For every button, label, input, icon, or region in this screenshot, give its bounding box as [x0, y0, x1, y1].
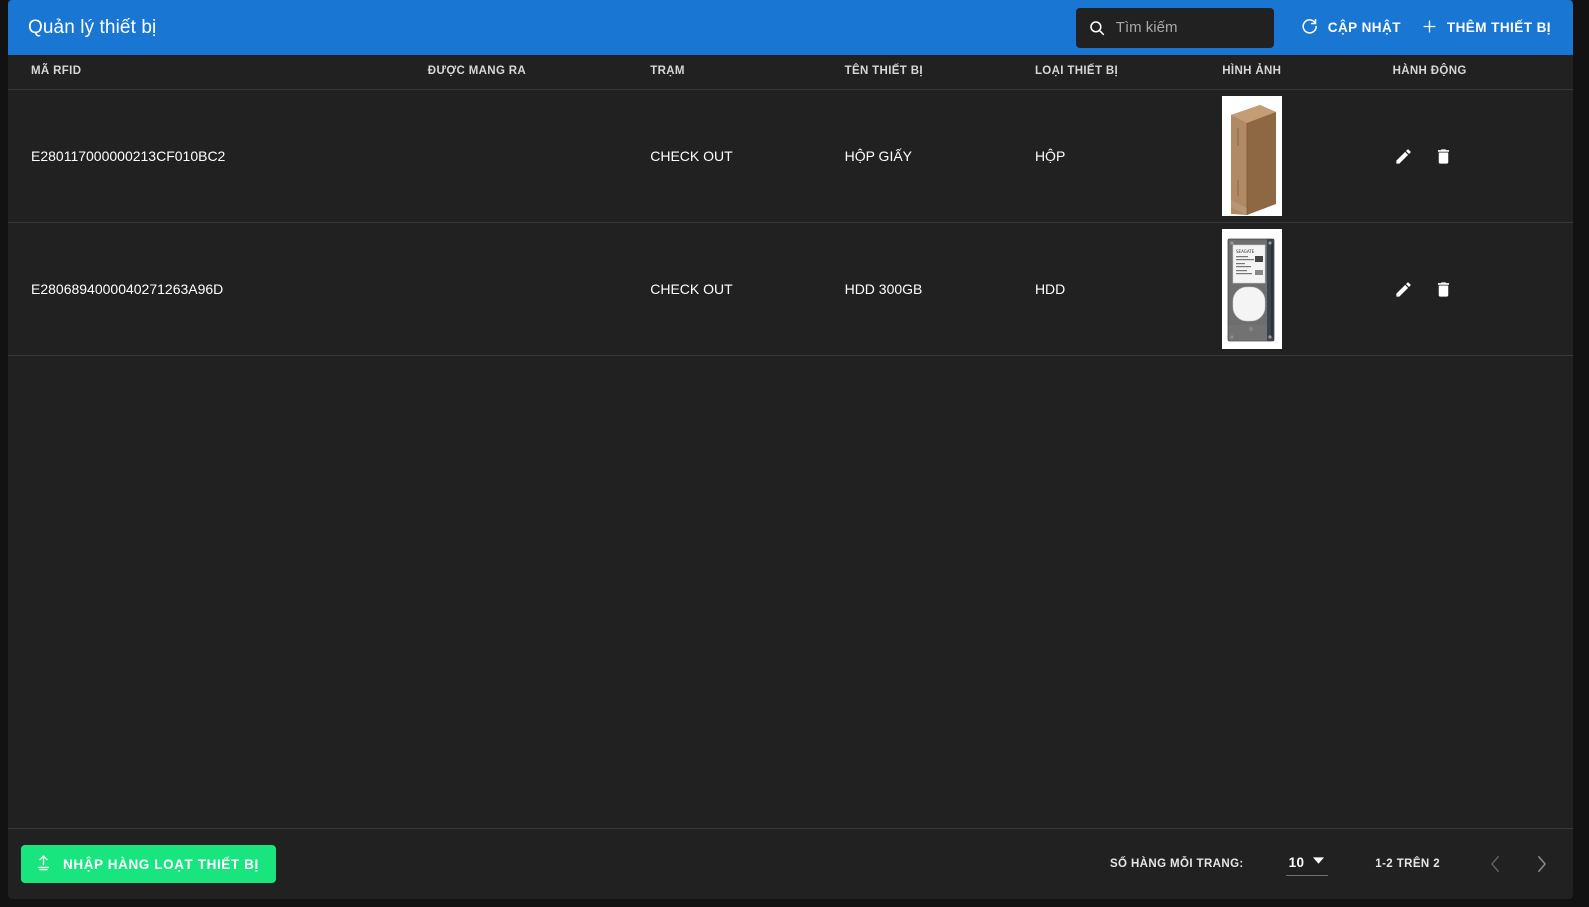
cell-rfid: E2806894000040271263A96D — [8, 223, 428, 356]
pagination-range-label: 1-2 TRÊN 2 — [1375, 858, 1440, 870]
paginator: SỐ HÀNG MỖI TRANG: 10 1-2 TRÊN 2 — [1110, 852, 1551, 876]
cell-actions — [1393, 223, 1573, 356]
column-header-rfid[interactable]: MÃ RFID — [8, 55, 428, 90]
cell-station: CHECK OUT — [650, 90, 844, 223]
app-toolbar: Quản lý thiết bị CẬP NHẬT THÊM THIẾT BỊ — [8, 0, 1573, 55]
column-header-image[interactable]: HÌNH ẢNH — [1222, 55, 1392, 90]
pagination-nav — [1485, 852, 1551, 876]
table-header: MÃ RFID ĐƯỢC MANG RA TRẠM TÊN THIẾT BỊ L… — [8, 55, 1573, 90]
table-row[interactable]: E280117000000213CF010BC2 CHECK OUT HỘP G… — [8, 90, 1573, 223]
column-header-actions[interactable]: HÀNH ĐỘNG — [1393, 55, 1573, 90]
row-action-group — [1393, 145, 1573, 167]
page-title: Quản lý thiết bị — [28, 17, 156, 39]
svg-text:SEAGATE: SEAGATE — [1236, 249, 1255, 254]
table-row[interactable]: E2806894000040271263A96D CHECK OUT HDD 3… — [8, 223, 1573, 356]
cell-device-type: HỘP — [1035, 90, 1222, 223]
add-device-label: THÊM THIẾT BỊ — [1447, 20, 1551, 35]
delete-button[interactable] — [1433, 145, 1455, 167]
column-header-station[interactable]: TRẠM — [650, 55, 844, 90]
rows-per-page-value: 10 — [1289, 855, 1305, 870]
row-action-group — [1393, 278, 1573, 300]
bulk-import-button[interactable]: NHẬP HÀNG LOẠT THIẾT BỊ — [21, 845, 276, 883]
refresh-icon — [1300, 17, 1319, 39]
device-thumbnail-hdd[interactable]: SEAGATE — [1222, 229, 1282, 349]
devices-table: MÃ RFID ĐƯỢC MANG RA TRẠM TÊN THIẾT BỊ L… — [8, 55, 1573, 356]
edit-button[interactable] — [1393, 278, 1415, 300]
plus-icon — [1421, 18, 1438, 38]
cell-taken-out — [428, 90, 650, 223]
column-header-device-type[interactable]: LOẠI THIẾT BỊ — [1035, 55, 1222, 90]
cell-device-type: HDD — [1035, 223, 1222, 356]
cell-station: CHECK OUT — [650, 223, 844, 356]
app-window: Quản lý thiết bị CẬP NHẬT THÊM THIẾT BỊ — [8, 0, 1573, 899]
edit-button[interactable] — [1393, 145, 1415, 167]
refresh-label: CẬP NHẬT — [1328, 20, 1401, 35]
search-icon — [1088, 19, 1106, 37]
cell-rfid: E280117000000213CF010BC2 — [8, 90, 428, 223]
search-box[interactable] — [1076, 8, 1274, 48]
cell-device-name: HỘP GIẤY — [845, 90, 1035, 223]
column-header-taken-out[interactable]: ĐƯỢC MANG RA — [428, 55, 650, 90]
bulk-import-label: NHẬP HÀNG LOẠT THIẾT BỊ — [63, 857, 259, 872]
previous-page-button[interactable] — [1485, 852, 1505, 876]
devices-table-container: MÃ RFID ĐƯỢC MANG RA TRẠM TÊN THIẾT BỊ L… — [8, 55, 1573, 828]
table-header-row: MÃ RFID ĐƯỢC MANG RA TRẠM TÊN THIẾT BỊ L… — [8, 55, 1573, 90]
table-body: E280117000000213CF010BC2 CHECK OUT HỘP G… — [8, 90, 1573, 356]
footer-bar: NHẬP HÀNG LOẠT THIẾT BỊ SỐ HÀNG MỖI TRAN… — [8, 828, 1573, 899]
cell-actions — [1393, 90, 1573, 223]
next-page-button[interactable] — [1531, 852, 1551, 876]
chevron-down-icon — [1313, 852, 1324, 870]
upload-icon — [35, 854, 52, 874]
rows-per-page-label: SỐ HÀNG MỖI TRANG: — [1110, 858, 1244, 870]
add-device-button[interactable]: THÊM THIẾT BỊ — [1411, 10, 1555, 46]
delete-button[interactable] — [1433, 278, 1455, 300]
search-input[interactable] — [1116, 8, 1264, 48]
column-header-device-name[interactable]: TÊN THIẾT BỊ — [845, 55, 1035, 90]
cell-image — [1222, 90, 1392, 223]
rows-per-page-select[interactable]: 10 — [1286, 852, 1329, 876]
cell-taken-out — [428, 223, 650, 356]
cell-device-name: HDD 300GB — [845, 223, 1035, 356]
device-thumbnail-box[interactable] — [1222, 96, 1282, 216]
cell-image: SEAGATE — [1222, 223, 1392, 356]
refresh-button[interactable]: CẬP NHẬT — [1290, 9, 1411, 47]
